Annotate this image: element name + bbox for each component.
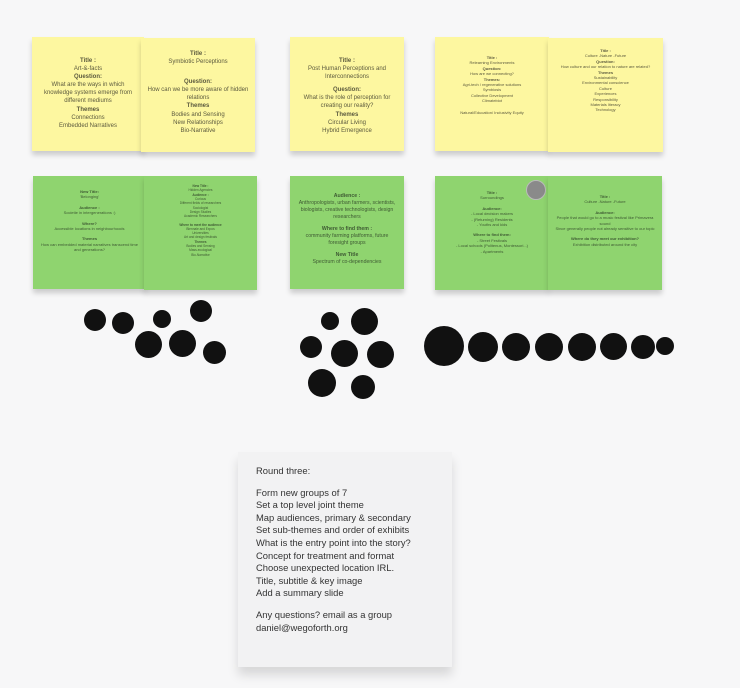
note-line: Hybrid Emergence [322,127,372,134]
voting-dot-icon[interactable] [656,337,674,355]
note-line: Audience : [333,193,361,199]
round-item: Form new groups of 7 [256,486,348,498]
note-line: How can embedded material narratives tra… [41,241,138,253]
voting-dot-icon[interactable] [631,335,655,359]
note-line: - Youths and kids [476,221,508,227]
note-line: Themes [335,111,359,118]
note-line: Question: [184,79,212,86]
note-line: Culture -Nature -Future [584,199,626,205]
note-line: New Relationships [173,119,223,126]
note-line: Since generally people not already sensi… [555,225,655,231]
note-line: Where to find them : [321,226,373,233]
voting-dot-icon[interactable] [502,333,530,361]
round-item: Set sub-themes and order of exhibits [256,524,410,536]
voting-dot-icon[interactable] [526,180,546,200]
note-line: Connections [71,114,105,121]
voting-dot-icon[interactable] [321,312,339,330]
sticky-note-g2[interactable]: New Title : Hidden Agencies Audience : C… [144,176,257,290]
voting-dot-icon[interactable] [351,308,378,335]
note-line: Academic Researchers [184,214,217,219]
note-line: Question: [74,74,102,81]
sticky-note-g1[interactable]: New Title: 'Belonging' Audience : Societ… [33,176,146,289]
sticky-note-y3[interactable]: Title : Post Human Perceptions and Inter… [290,37,404,151]
round-item: What is the entry point into the story? [256,536,411,548]
note-line: Art-&-facts [73,66,103,73]
note-line: How can we be more aware of hidden relat… [147,87,249,102]
voting-dot-icon[interactable] [308,369,336,397]
round-email[interactable]: daniel@wegoforth.org [256,622,434,635]
voting-dot-icon[interactable] [169,330,196,357]
voting-dot-icon[interactable] [135,331,162,358]
note-line: Natural/Education/ Inclusivity Equity [460,109,524,115]
note-line: Spectrum of co-dependencies [312,259,382,266]
note-line: Title : [80,58,96,64]
voting-dot-icon[interactable] [600,333,627,360]
round-item: Map audiences, primary & secondary [256,511,411,523]
voting-dot-icon[interactable] [190,300,212,322]
voting-dot-icon[interactable] [367,341,394,368]
round-questions: Any questions? email as a group [256,608,393,620]
round-item: Title, subtitle & key image [256,574,363,586]
note-line: - Apartments [480,248,504,254]
note-line: How culture and our relation to nature a… [560,64,651,70]
voting-dot-icon[interactable] [535,333,563,361]
note-line: Symbiotic Perceptions [168,59,228,66]
voting-dot-icon[interactable] [203,341,226,364]
note-line: Title : [339,58,355,64]
note-line: Accessible locations in neighbourhoods [54,225,125,231]
note-line: Question: [333,87,361,94]
note-line: Exhibition distributed around the city [572,241,638,247]
note-line: New Title [335,252,359,259]
note-line: Circular Living [327,119,366,126]
note-line: - Local schools (Politenus, Montessori..… [455,243,529,249]
round-item: Set a top level joint theme [256,499,364,511]
round-item: Concept for treatment and format [256,549,395,561]
note-line: Climatebiot [481,98,502,104]
voting-dot-icon[interactable] [468,332,498,362]
sticky-note-y5[interactable]: Title : Culture -Nature -Future Question… [548,38,663,152]
note-line: Embedded Narratives [58,122,118,129]
voting-dot-icon[interactable] [424,326,464,366]
note-line: Bodies and Sensing [171,111,225,118]
round-three-card[interactable]: Round three: Form new groups of 7 Set a … [238,452,452,667]
note-line: Themes [76,106,100,113]
sticky-note-g3[interactable]: Audience : Anthropologists, urban farmer… [290,176,404,289]
voting-dot-icon[interactable] [568,333,596,361]
voting-dot-icon[interactable] [331,340,358,367]
note-line: Themes [186,103,210,110]
note-line: community farming platforms, future fore… [305,233,389,247]
sticky-note-y4[interactable]: Title : Relearning Environments Question… [435,37,549,151]
note-line: Title : [190,51,206,57]
sticky-note-y2[interactable]: Title : Symbiotic Perceptions Question: … [141,38,255,152]
note-line: Bio-Narrative [191,252,210,257]
round-item: Choose unexpected location IRL. [256,562,395,574]
round-item: Add a summary slide [256,587,344,599]
note-line: Technology [595,107,616,113]
sticky-note-y1[interactable]: Title : Art-&-facts Question: What are t… [32,37,144,151]
note-line: What are the ways in which knowledge sys… [43,82,133,105]
note-line: Anthropologists, urban farmers, scientis… [298,200,396,221]
voting-dot-icon[interactable] [84,309,106,331]
voting-dot-icon[interactable] [112,312,134,334]
voting-dot-icon[interactable] [300,336,322,358]
note-line: Societie in intergenerations :) [63,210,116,216]
note-line: People that would go to a music festival… [556,215,654,226]
note-line: Post Human Perceptions and Interconnecti… [307,66,387,81]
voting-dot-icon[interactable] [351,375,375,399]
voting-dot-icon[interactable] [153,310,171,328]
note-line: Bio-Narrative [180,127,216,134]
sticky-note-g5[interactable]: Title : Culture -Nature -Future Audience… [548,176,662,290]
note-line: What is the role of perception for creat… [303,95,391,110]
note-line: 'Belonging' [79,194,100,200]
round-heading: Round three: [256,465,311,476]
